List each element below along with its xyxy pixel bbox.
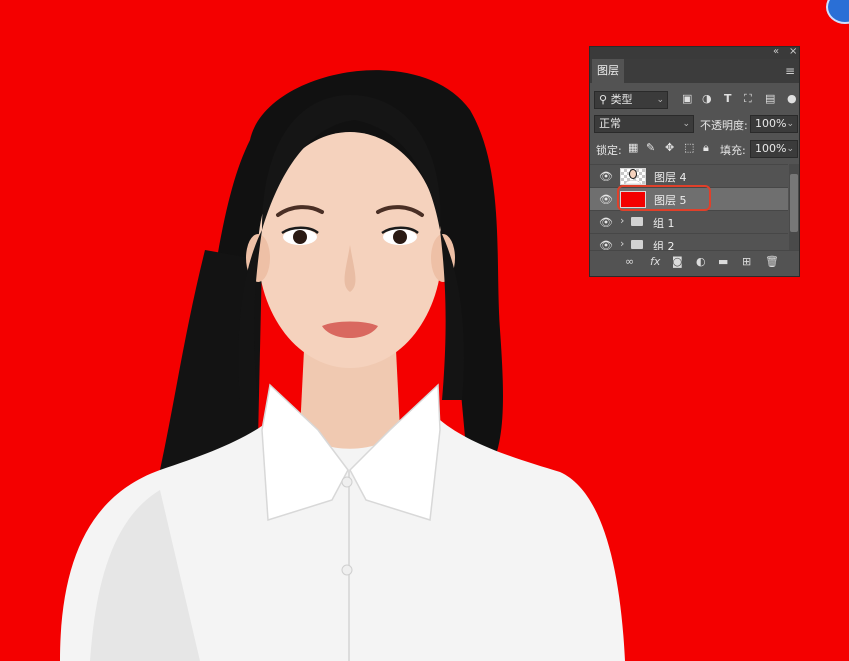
layers-scrollbar[interactable]	[789, 164, 799, 250]
blend-mode-value: 正常	[599, 117, 621, 130]
search-icon: ⚲	[599, 93, 608, 106]
group-row[interactable]: 👁︎ › 组 2	[590, 233, 788, 253]
blend-mode-select[interactable]: 正常 ⌄	[594, 115, 694, 133]
filter-kind-select[interactable]: ⚲ 类型 ⌄	[594, 91, 668, 109]
eye-icon[interactable]: 👁︎	[599, 193, 613, 206]
lock-position-icon[interactable]: ✥	[665, 141, 674, 154]
chevron-down-icon: ⌄	[786, 119, 794, 129]
scrollbar-thumb[interactable]	[790, 174, 798, 232]
fill-value: 100%	[755, 142, 787, 155]
layer-thumbnail	[620, 168, 646, 185]
chevron-down-icon: ⌄	[682, 119, 690, 129]
new-group-icon[interactable]: ▬	[718, 255, 728, 268]
layer-name: 图层 4	[654, 171, 687, 184]
opacity-label: 不透明度:	[700, 119, 748, 132]
filter-kind-label: 类型	[610, 93, 633, 106]
layer-name: 图层 5	[654, 194, 687, 207]
fx-icon[interactable]: fx	[650, 255, 660, 268]
group-row[interactable]: 👁︎ › 组 1	[590, 210, 788, 233]
filter-toggle-icon[interactable]: ●	[787, 92, 797, 105]
fill-input[interactable]: 100% ⌄	[750, 140, 798, 158]
opacity-input[interactable]: 100% ⌄	[750, 115, 798, 133]
type-filter-icon[interactable]: T	[724, 92, 732, 105]
menu-lines-icon[interactable]: ≡	[785, 64, 795, 78]
smart-object-filter-icon[interactable]: ▤	[765, 92, 775, 105]
link-layers-icon[interactable]: ∞	[625, 255, 634, 268]
layer-thumbnail	[620, 191, 646, 208]
image-filter-icon[interactable]: ▣	[682, 92, 692, 105]
chevron-right-icon[interactable]: ›	[620, 214, 624, 227]
new-layer-icon[interactable]: ⊞	[742, 255, 751, 268]
lock-transparent-icon[interactable]: ▦	[628, 141, 638, 154]
opacity-value: 100%	[755, 117, 787, 130]
folder-icon	[631, 240, 643, 249]
lock-artboard-icon[interactable]: ⬚	[684, 141, 694, 154]
close-panel-button[interactable]: ×	[789, 46, 797, 57]
layers-panel: « × 图层 ≡ ⚲ 类型 ⌄ ▣ ◑ T ⛶ ▤ ● 正常 ⌄ 不透明度: 1…	[589, 46, 800, 277]
shape-filter-icon[interactable]: ⛶	[744, 92, 752, 106]
chevron-down-icon: ⌄	[786, 144, 794, 154]
lock-label: 锁定:	[596, 144, 622, 157]
lock-all-icon[interactable]: 🔒︎	[703, 141, 709, 155]
eye-icon[interactable]: 👁︎	[599, 216, 613, 229]
collapse-panel-button[interactable]: «	[773, 46, 779, 57]
chevron-down-icon: ⌄	[656, 95, 664, 105]
adjustment-layer-icon[interactable]: ◐	[696, 255, 706, 268]
group-name: 组 1	[653, 217, 675, 230]
portrait-cutout-thumbnail	[624, 169, 642, 185]
tab-layers[interactable]: 图层	[592, 59, 624, 83]
add-mask-icon[interactable]: ◙	[672, 255, 683, 268]
fill-label: 填充:	[720, 144, 746, 157]
panel-titlebar: « ×	[590, 46, 799, 59]
eye-icon[interactable]: 👁︎	[599, 170, 613, 183]
chevron-right-icon[interactable]: ›	[620, 237, 624, 250]
lock-pixels-icon[interactable]: ✎	[646, 141, 655, 154]
layer-row-selected[interactable]: 👁︎ 图层 5	[590, 187, 788, 210]
delete-icon[interactable]: 🗑︎	[765, 255, 779, 268]
layer-row[interactable]: 👁︎ 图层 4	[590, 164, 788, 187]
panel-footer: ∞ fx ◙ ◐ ▬ ⊞ 🗑︎	[590, 250, 799, 273]
folder-icon	[631, 217, 643, 226]
panel-tab-row: 图层 ≡	[590, 59, 799, 83]
adjustment-filter-icon[interactable]: ◑	[702, 92, 712, 105]
